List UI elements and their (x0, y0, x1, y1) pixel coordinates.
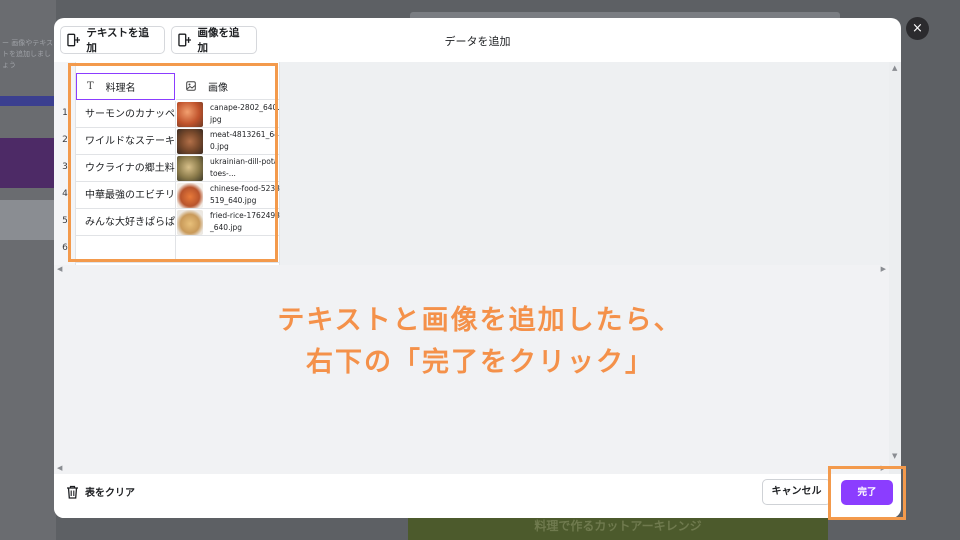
close-dialog-button[interactable]: × (906, 17, 929, 40)
trash-icon (67, 485, 78, 499)
background-sidebar-text: ー 画像やテキストを追加しましょう (2, 39, 54, 69)
vertical-scrollbar[interactable]: ▲ ▼ (889, 62, 901, 474)
instruction-caption-line2: 右下の「完了をクリック」 (306, 347, 654, 378)
table-highlight-box (68, 63, 278, 262)
cancel-button[interactable]: キャンセル (762, 479, 831, 505)
scroll-down-icon[interactable]: ▼ (892, 452, 897, 460)
dialog-title: データを追加 (444, 35, 511, 48)
scroll-right-icon[interactable]: ▶ (881, 265, 886, 273)
clear-table-button[interactable]: 表をクリア (66, 484, 135, 499)
clear-table-label: 表をクリア (85, 488, 135, 499)
close-icon: × (912, 21, 923, 36)
sheet-horizontal-scrollbar[interactable]: ◀ ▶ (54, 265, 889, 275)
scroll-up-icon[interactable]: ▲ (892, 64, 897, 72)
instruction-caption-line1: テキストと画像を追加したら、 (277, 305, 683, 336)
content-horizontal-scrollbar[interactable]: ◀ ▶ (54, 464, 889, 474)
background-purple-block (0, 138, 56, 188)
background-sidebar: ー 画像やテキストを追加しましょう (0, 0, 56, 540)
done-button-highlight-box (828, 466, 906, 520)
background-bottom-banner: 料理で作るカットアーキレンジ (408, 515, 828, 540)
dialog-footer: 表をクリア キャンセル 完了 (54, 474, 901, 518)
background-gray-block (0, 200, 56, 240)
scroll-left-icon[interactable]: ◀ (57, 265, 62, 273)
scroll-left-icon[interactable]: ◀ (57, 464, 62, 472)
background-band (0, 96, 56, 106)
